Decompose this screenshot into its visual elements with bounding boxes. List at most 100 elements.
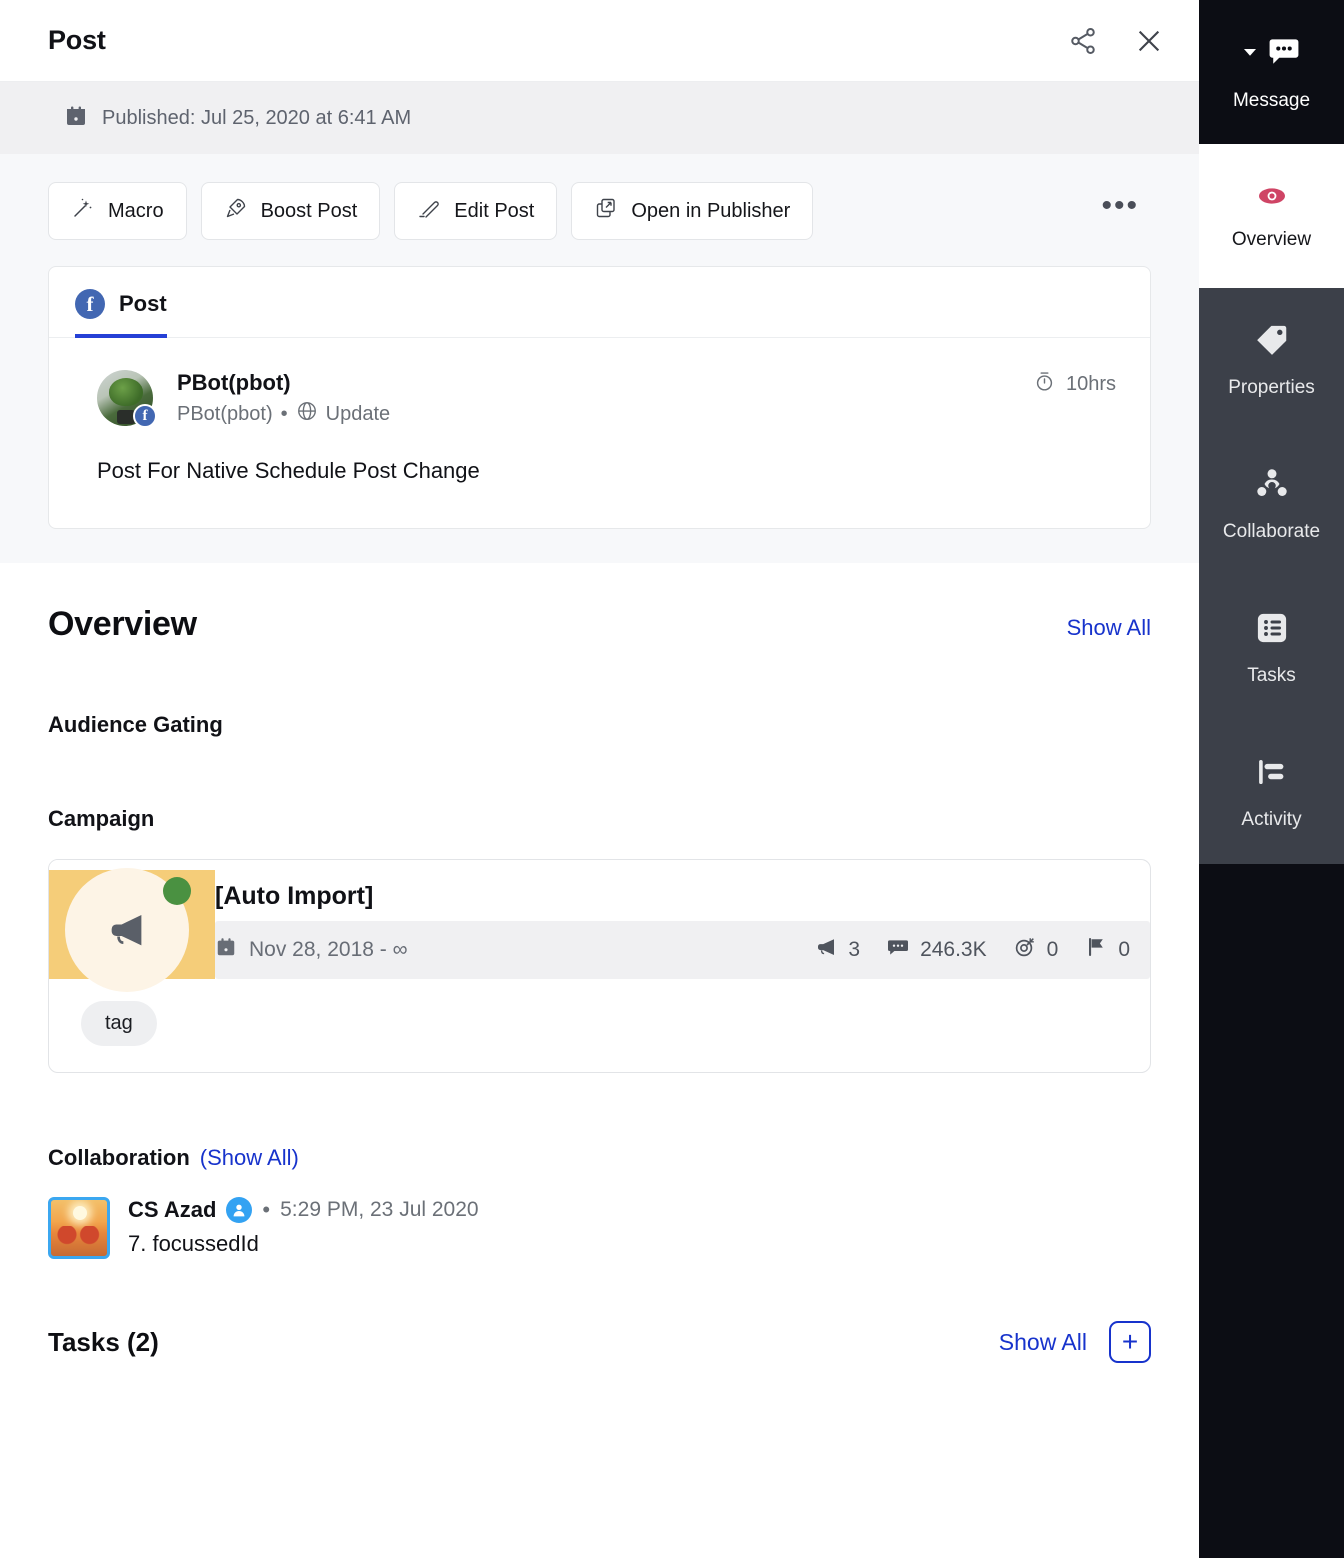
collaboration-title: Collaboration bbox=[48, 1145, 190, 1170]
meta-separator: • bbox=[262, 1197, 271, 1222]
macro-button[interactable]: Macro bbox=[48, 182, 187, 240]
magic-wand-icon bbox=[71, 196, 95, 226]
avatar: f bbox=[97, 370, 157, 428]
post-type: Update bbox=[325, 402, 391, 425]
tasks-section-header: Tasks (2) Show All + bbox=[48, 1321, 1151, 1373]
title-bar: Post bbox=[0, 0, 1199, 82]
sidebar-item-message-label: Message bbox=[1232, 89, 1311, 111]
right-sidebar: Message Overview Properties Collaborate … bbox=[1199, 0, 1344, 1558]
list-icon bbox=[1254, 610, 1290, 651]
sidebar-item-properties[interactable]: Properties bbox=[1199, 288, 1344, 432]
action-toolbar: Macro Boost Post Edit Post Open in Publi… bbox=[0, 154, 1199, 266]
calendar-icon bbox=[64, 104, 88, 133]
campaign-label: Campaign bbox=[48, 806, 155, 831]
sidebar-item-message[interactable]: Message bbox=[1199, 0, 1344, 144]
sidebar-item-tasks[interactable]: Tasks bbox=[1199, 576, 1344, 720]
metric-comments: 246.3K bbox=[886, 935, 987, 965]
overview-show-all-link[interactable]: Show All bbox=[1067, 615, 1151, 641]
campaign-card-row: [Auto Import] Nov 28, 2018 - ∞ 3 246.3K … bbox=[49, 860, 1150, 992]
boost-post-button[interactable]: Boost Post bbox=[200, 182, 381, 240]
post-time-ago: 10hrs bbox=[1033, 370, 1116, 399]
user-badge-icon bbox=[226, 1197, 253, 1223]
megaphone-icon bbox=[814, 935, 838, 965]
campaign-stats-bar: Nov 28, 2018 - ∞ 3 246.3K 0 0 bbox=[215, 921, 1150, 979]
campaign-thumbnail bbox=[49, 860, 215, 992]
metric-flags-value: 0 bbox=[1118, 938, 1130, 961]
post-card-tabs: f Post bbox=[49, 267, 1150, 338]
sidebar-item-activity-label: Activity bbox=[1241, 808, 1302, 830]
sidebar-item-collaborate-label: Collaborate bbox=[1222, 520, 1321, 542]
facebook-icon: f bbox=[75, 289, 105, 319]
message-icon-group bbox=[1241, 33, 1303, 76]
avatar bbox=[48, 1197, 110, 1259]
sidebar-item-collaborate[interactable]: Collaborate bbox=[1199, 432, 1344, 576]
campaign-tag[interactable]: tag bbox=[81, 1001, 157, 1046]
chevron-down-icon bbox=[1241, 43, 1259, 66]
metric-campaigns-value: 3 bbox=[848, 938, 861, 961]
sidebar-item-properties-label: Properties bbox=[1228, 376, 1315, 398]
tag-icon bbox=[1254, 322, 1290, 363]
more-options-button[interactable]: ••• bbox=[1101, 191, 1139, 231]
published-text: Published: Jul 25, 2020 at 6:41 AM bbox=[102, 106, 412, 129]
boost-post-button-label: Boost Post bbox=[260, 199, 358, 222]
close-icon[interactable] bbox=[1129, 21, 1169, 61]
tab-post[interactable]: f Post bbox=[75, 267, 193, 338]
calendar-icon bbox=[215, 936, 237, 964]
title-bar-actions bbox=[1063, 21, 1169, 61]
post-author-info: PBot(pbot) PBot(pbot) • Update bbox=[177, 370, 390, 428]
edit-post-button-label: Edit Post bbox=[454, 199, 535, 222]
campaign-status-dot bbox=[163, 877, 191, 905]
sidebar-item-overview-label: Overview bbox=[1231, 228, 1312, 250]
collaboration-timestamp: 5:29 PM, 23 Jul 2020 bbox=[280, 1198, 479, 1221]
collaboration-author-name: CS Azad bbox=[128, 1197, 217, 1222]
collaboration-header: Collaboration (Show All) bbox=[48, 1145, 1151, 1171]
list-item: CS Azad • 5:29 PM, 23 Jul 2020 7. focuss… bbox=[48, 1197, 1151, 1259]
open-in-publisher-button-label: Open in Publisher bbox=[631, 199, 791, 222]
audience-gating-label: Audience Gating bbox=[48, 712, 223, 737]
share-icon[interactable] bbox=[1063, 21, 1103, 61]
collaboration-entry-meta: CS Azad • 5:29 PM, 23 Jul 2020 bbox=[128, 1197, 479, 1223]
post-body-text: Post For Native Schedule Post Change bbox=[97, 458, 480, 483]
sidebar-item-activity[interactable]: Activity bbox=[1199, 720, 1344, 864]
add-task-button[interactable]: + bbox=[1109, 1321, 1151, 1363]
open-in-publisher-button[interactable]: Open in Publisher bbox=[571, 182, 814, 240]
pencil-icon bbox=[417, 196, 441, 226]
post-author-row: f PBot(pbot) PBot(pbot) • Update 10hrs bbox=[97, 370, 1116, 428]
people-icon bbox=[1254, 466, 1290, 507]
external-window-icon bbox=[594, 196, 618, 226]
collaboration-section: Collaboration (Show All) CS Azad • 5:29 … bbox=[48, 1145, 1151, 1259]
campaign-metrics: 3 246.3K 0 0 bbox=[814, 935, 1130, 965]
tasks-show-all-link[interactable]: Show All bbox=[999, 1329, 1087, 1356]
post-time-ago-label: 10hrs bbox=[1065, 373, 1116, 395]
sidebar-item-overview[interactable]: Overview bbox=[1199, 144, 1344, 288]
comment-icon bbox=[886, 935, 910, 965]
sidebar-item-tasks-label: Tasks bbox=[1247, 664, 1296, 686]
post-author-handle: PBot(pbot) bbox=[177, 402, 273, 425]
campaign-dates: Nov 28, 2018 - ∞ bbox=[215, 936, 408, 964]
published-bar: Published: Jul 25, 2020 at 6:41 AM bbox=[0, 82, 1199, 154]
macro-button-label: Macro bbox=[108, 199, 164, 222]
metric-goals-value: 0 bbox=[1046, 938, 1059, 961]
collaboration-message: 7. focussedId bbox=[128, 1231, 259, 1256]
message-bubble-icon bbox=[1265, 33, 1303, 76]
edit-post-button[interactable]: Edit Post bbox=[394, 182, 558, 240]
post-detail-app: Post Published: Jul 25, 2020 at 6:41 AM … bbox=[0, 0, 1344, 1558]
tab-post-label: Post bbox=[119, 291, 167, 316]
metric-campaigns: 3 bbox=[814, 935, 860, 965]
rocket-icon bbox=[224, 196, 248, 226]
overview-title: Overview bbox=[48, 605, 197, 643]
metric-comments-value: 246.3K bbox=[920, 938, 987, 961]
flag-icon bbox=[1084, 935, 1108, 965]
metric-goals: 0 bbox=[1013, 935, 1059, 965]
sidebar-filler bbox=[1199, 864, 1344, 1558]
campaign-card[interactable]: [Auto Import] Nov 28, 2018 - ∞ 3 246.3K … bbox=[48, 859, 1151, 1073]
globe-icon bbox=[296, 400, 318, 428]
collaboration-show-all-link[interactable]: (Show All) bbox=[200, 1145, 299, 1171]
campaign-name: [Auto Import] bbox=[215, 882, 374, 910]
campaign-dates-label: Nov 28, 2018 - ∞ bbox=[249, 938, 408, 961]
post-author-meta: PBot(pbot) • Update bbox=[177, 400, 390, 428]
target-icon bbox=[1013, 935, 1037, 965]
post-card-body: f PBot(pbot) PBot(pbot) • Update 10hrs P… bbox=[49, 338, 1150, 528]
metric-flags: 0 bbox=[1084, 935, 1130, 965]
post-card: f Post f PBot(pbot) PBot(pbot) • Update … bbox=[48, 266, 1151, 529]
